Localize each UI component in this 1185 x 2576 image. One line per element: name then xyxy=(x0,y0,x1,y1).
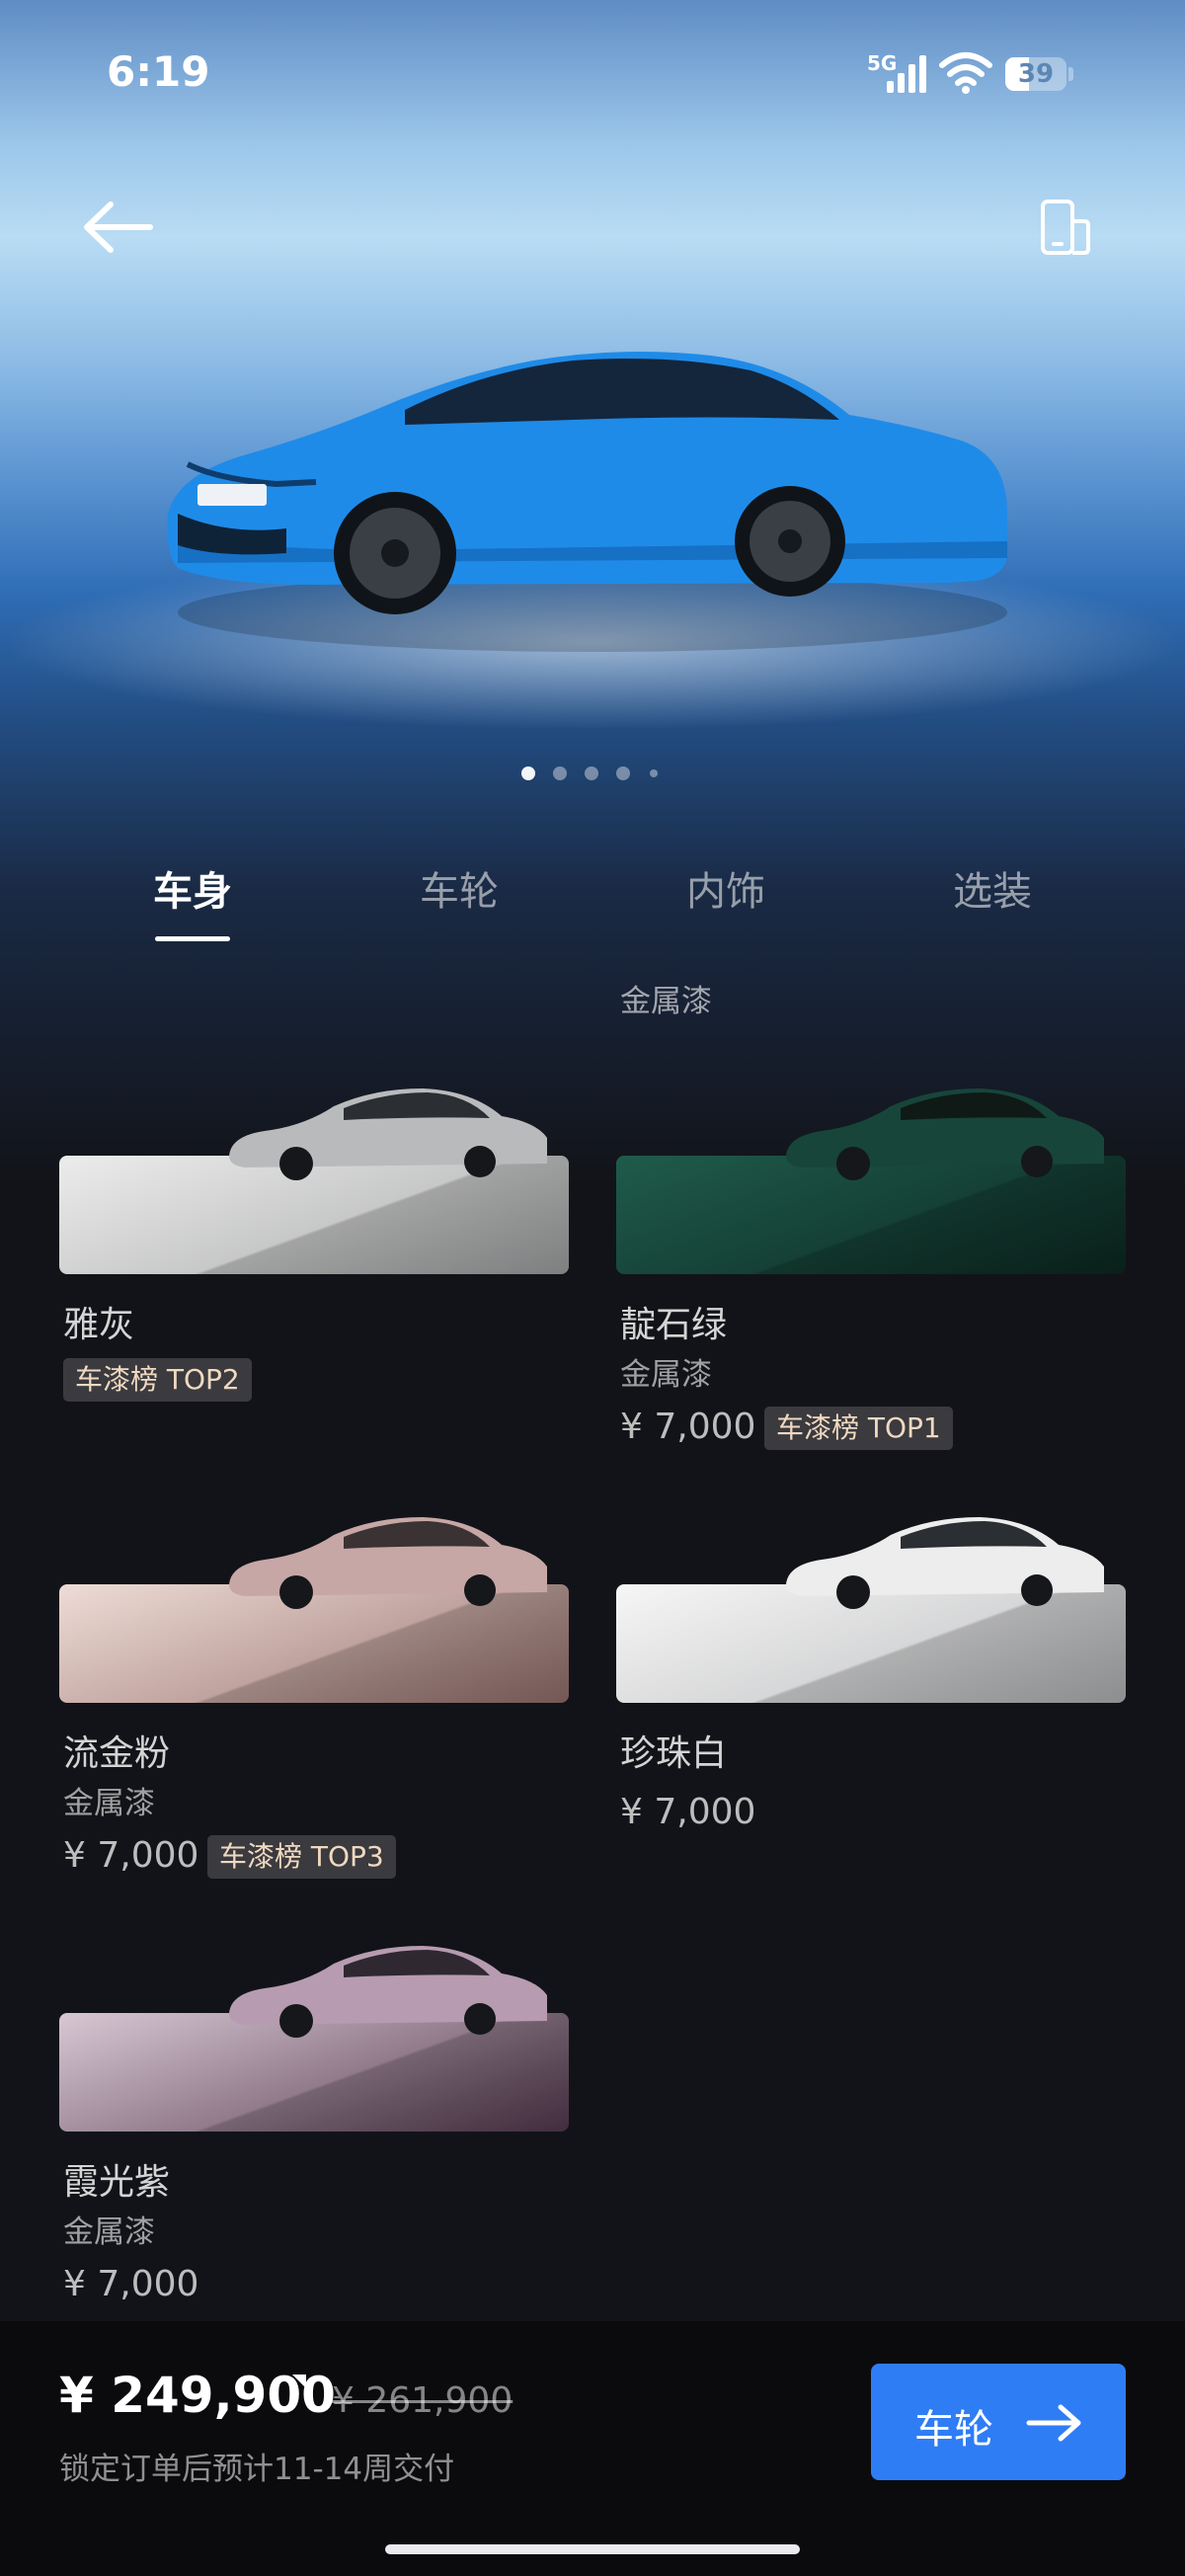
battery-icon: 39 xyxy=(1005,57,1066,91)
color-option-yahui[interactable]: 雅灰 车漆榜 TOP2 xyxy=(59,1077,569,1432)
color-name: 靛石绿 xyxy=(620,1305,728,1345)
car-thumbnail xyxy=(229,1088,547,1180)
battery-tip xyxy=(1068,67,1073,81)
color-option-xiaguangzi[interactable]: 霞光紫 金属漆 ¥ 7,000 xyxy=(59,1934,569,2309)
config-tabs: 车身 车轮 内饰 选装 xyxy=(0,859,1185,948)
color-name: 雅灰 xyxy=(63,1305,135,1345)
hero-car-image[interactable] xyxy=(158,316,1027,741)
paint-category-label: 金属漆 xyxy=(620,984,712,1019)
device-switch-icon[interactable] xyxy=(1035,198,1094,257)
option-price: ¥ 7,000 xyxy=(63,1835,199,1876)
home-indicator[interactable] xyxy=(385,2544,800,2554)
paint-rank-badge: 车漆榜 TOP2 xyxy=(63,1358,252,1402)
gallery-dot[interactable] xyxy=(616,766,630,780)
gallery-dot[interactable] xyxy=(650,769,658,777)
tab-options[interactable]: 选装 xyxy=(894,859,1091,917)
option-price: ¥ 7,000 xyxy=(620,1792,756,1832)
paint-rank-badge: 车漆榜 TOP1 xyxy=(764,1407,953,1450)
color-option-zhenzhubai[interactable]: 珍珠白 ¥ 7,000 xyxy=(616,1505,1126,1861)
car-thumbnail xyxy=(229,1946,547,2038)
arrow-right-icon xyxy=(1026,2404,1081,2442)
next-step-label: 车轮 xyxy=(914,2407,993,2453)
next-step-button[interactable]: 车轮 xyxy=(871,2364,1126,2480)
car-thumbnail xyxy=(786,1517,1104,1609)
paint-rank-badge: 车漆榜 TOP3 xyxy=(207,1835,396,1879)
signal-icon xyxy=(887,55,926,93)
arrow-left-icon[interactable] xyxy=(79,193,158,262)
gallery-pagination xyxy=(521,766,670,782)
price-detail-indicator[interactable] xyxy=(292,2375,306,2388)
gallery-dot[interactable] xyxy=(585,766,598,780)
delivery-estimate: 锁定订单后预计11-14周交付 xyxy=(59,2452,455,2487)
tab-interior[interactable]: 内饰 xyxy=(627,859,825,917)
status-bar: 6:19 5G 39 xyxy=(0,0,1185,148)
tab-wheels[interactable]: 车轮 xyxy=(360,859,558,917)
paint-type: 金属漆 xyxy=(63,2214,155,2250)
tab-active-indicator xyxy=(155,936,230,941)
paint-type: 金属漆 xyxy=(63,1786,155,1821)
original-price: ¥ 261,900 xyxy=(332,2380,514,2421)
color-option-dianshilv[interactable]: 靛石绿 金属漆 ¥ 7,000 车漆榜 TOP1 xyxy=(616,1077,1126,1452)
option-price: ¥ 7,000 xyxy=(620,1407,756,1447)
car-thumbnail xyxy=(229,1517,547,1609)
status-time: 6:19 xyxy=(107,47,210,96)
option-price: ¥ 7,000 xyxy=(63,2264,199,2304)
color-name: 流金粉 xyxy=(63,1733,171,1774)
battery-level: 39 xyxy=(1017,59,1055,89)
car-thumbnail xyxy=(786,1088,1104,1180)
color-option-liujinfen[interactable]: 流金粉 金属漆 ¥ 7,000 车漆榜 TOP3 xyxy=(59,1505,569,1900)
gallery-dot[interactable] xyxy=(521,766,535,780)
color-name: 珍珠白 xyxy=(620,1733,728,1774)
paint-type: 金属漆 xyxy=(620,1357,712,1393)
color-name: 霞光紫 xyxy=(63,2162,171,2203)
gallery-dot[interactable] xyxy=(553,766,567,780)
wifi-icon xyxy=(939,52,992,94)
tab-body[interactable]: 车身 xyxy=(94,859,291,917)
